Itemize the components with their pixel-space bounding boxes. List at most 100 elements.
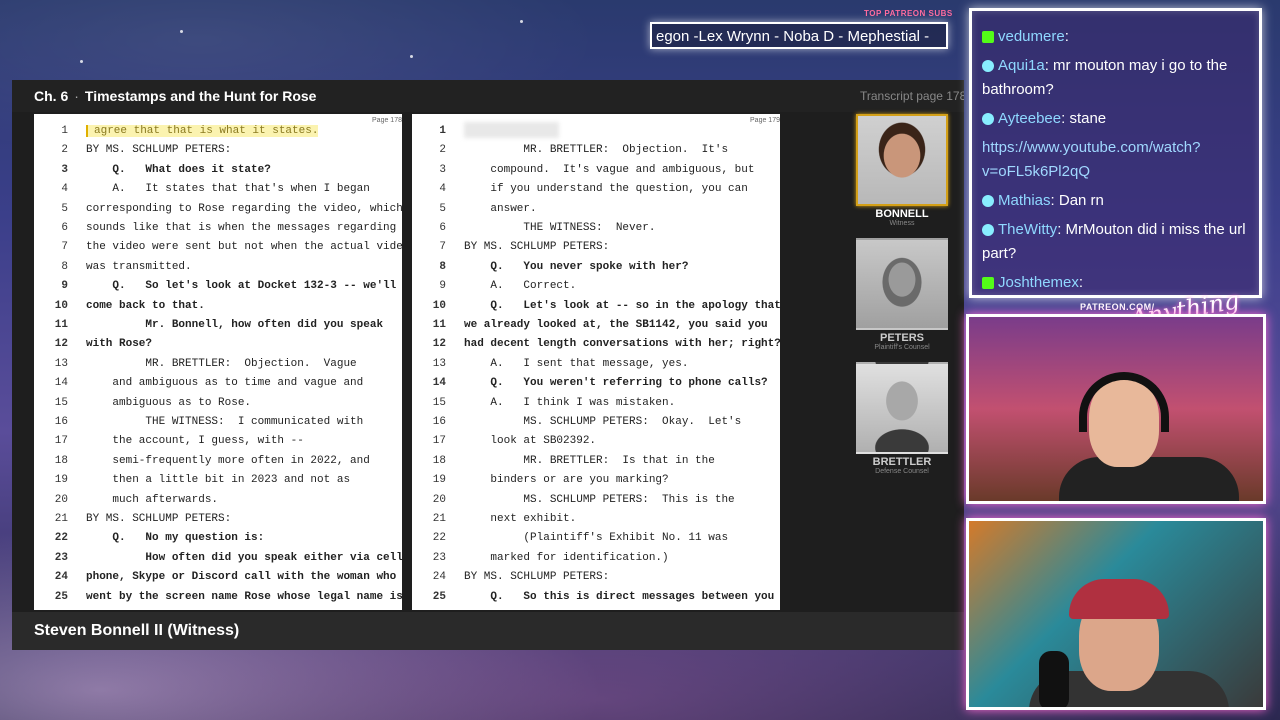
chat-text: :	[1078, 274, 1084, 291]
transcript-line: 10 Q. Let's look at -- so in the apology…	[412, 297, 780, 316]
line-number: 11	[54, 319, 68, 331]
speaker-name: BRETTLER	[872, 456, 932, 468]
transcript-line: 21 next exhibit.	[412, 510, 576, 529]
speaker-photo	[856, 238, 948, 330]
transcript-line: 22 (Plaintiff's Exhibit No. 11 was	[412, 529, 728, 548]
line-number: 16	[54, 416, 68, 428]
star	[180, 30, 183, 33]
line-text: BY MS. SCHLUMP PETERS:	[464, 571, 610, 584]
patreon-subs-label: TOP PATREON SUBS	[864, 9, 953, 18]
line-text: A. I think I was mistaken.	[464, 396, 676, 409]
speaker-name: BONNELL	[875, 208, 929, 220]
line-text: with Rose?	[86, 338, 153, 351]
line-number: 25	[432, 590, 446, 603]
line-text: Q. You never spoke with her?	[464, 260, 689, 273]
line-text: THE WITNESS: I communicated with	[86, 416, 364, 428]
transcript-line: 10 come back to that.	[34, 297, 205, 316]
speaker-role: Defense Counsel	[875, 468, 929, 475]
line-number: 1	[439, 125, 446, 137]
kick-badge-icon	[982, 31, 994, 44]
page-number: Page 178	[372, 117, 402, 124]
line-text: had decent length conversations with her…	[464, 338, 780, 351]
speaker-brettler: BRETTLER Defense Counsel	[854, 362, 950, 475]
line-number: 8	[439, 260, 446, 273]
transcript-line: 20 much afterwards.	[34, 491, 218, 510]
streamer-shirt	[1059, 457, 1239, 501]
chat-text: : Dan rn	[1050, 192, 1104, 209]
transcript-line: 11 Mr. Bonnell, how often did you speak	[34, 316, 383, 335]
chat-panel[interactable]: vedumere: Aqui1a: mr mouton may i go to t…	[969, 8, 1262, 298]
line-text: then a little bit in 2023 and not as	[86, 474, 351, 487]
transcript-line: 8 was transmitted.	[34, 258, 192, 277]
caption-bar: Steven Bonnell II (Witness)	[12, 612, 964, 650]
line-text: if you understand the question, you can	[464, 183, 748, 196]
line-number: 11	[432, 319, 446, 331]
line-number: 4	[439, 183, 446, 196]
transcript-line: 13 MR. BRETTLER: Objection. Vague	[34, 355, 357, 374]
line-text: A. It states that that's when I began	[86, 183, 370, 196]
line-text: phone, Skype or Discord call with the wo…	[86, 571, 397, 584]
chat-username[interactable]: Aqui1a	[998, 57, 1045, 74]
chat-username[interactable]: Joshthemex	[998, 274, 1079, 291]
microphone-icon	[1039, 651, 1069, 707]
chat-message: Aqui1a: mr mouton may i go to the bathro…	[982, 54, 1251, 102]
line-text: How often did you speak either via cell	[86, 551, 402, 564]
line-number: 19	[54, 474, 68, 487]
transcript-line: 17 look at SB02392.	[412, 432, 596, 451]
transcript-line: 2 BY MS. SCHLUMP PETERS:	[34, 141, 231, 160]
line-number: 3	[61, 163, 68, 176]
star	[520, 20, 523, 23]
highlighted-text: agree that that is what it states.	[86, 125, 319, 137]
chat-username[interactable]: Mathias	[998, 192, 1051, 209]
transcript-line: 8 Q. You never spoke with her?	[412, 258, 688, 277]
line-number: 9	[61, 280, 68, 293]
line-number: 21	[54, 513, 68, 525]
line-number: 12	[432, 338, 446, 351]
transcript-page-indicator: Transcript page 178	[860, 89, 964, 103]
line-number: 1	[61, 125, 68, 137]
line-number: 15	[54, 396, 68, 409]
chat-username[interactable]: TheWitty	[998, 221, 1057, 238]
line-number: 22	[54, 532, 68, 545]
speaker-name: PETERS	[879, 332, 924, 344]
line-number: 17	[54, 435, 68, 448]
chat-badge-icon	[982, 195, 994, 208]
chat-username[interactable]: vedumere	[998, 28, 1065, 45]
transcript-line: 2 MR. BRETTLER: Objection. It's	[412, 141, 728, 160]
chapter-heading: Ch. 6 · Timestamps and the Hunt for Rose	[34, 88, 316, 104]
line-number: 7	[61, 241, 68, 254]
transcript-line: 15 A. I think I was mistaken.	[412, 394, 675, 413]
line-number: 19	[432, 474, 446, 487]
webcam-guest	[966, 518, 1266, 710]
transcript-line: 13 A. I sent that message, yes.	[412, 355, 689, 374]
transcript-line: 11 we already looked at, the SB1142, you …	[412, 316, 768, 335]
chat-username[interactable]: Ayteebee	[998, 110, 1061, 127]
line-text: semi-frequently more often in 2022, and	[86, 454, 370, 467]
line-text: Mr. Bonnell, how often did you speak	[86, 319, 384, 331]
chat-link[interactable]: https://www.youtube.com/watch?v=oFL5k6Pl…	[982, 139, 1200, 180]
transcript-line: 17 the account, I guess, with --	[34, 432, 304, 451]
transcript-line: 21 BY MS. SCHLUMP PETERS:	[34, 510, 231, 529]
line-text: was transmitted.	[86, 260, 192, 273]
page-number: Page 179	[750, 117, 780, 124]
line-text: A. Correct.	[464, 280, 577, 293]
transcript-line: 19 binders or are you marking?	[412, 471, 669, 490]
line-number: 18	[54, 454, 68, 467]
transcript-line: 16 THE WITNESS: I communicated with	[34, 413, 363, 432]
webcam-streamer	[966, 314, 1266, 504]
speaker-role: Witness	[889, 220, 915, 227]
patreon-subs-ticker: egon -Lex Wrynn - Noba D - Mephestial -	[650, 22, 948, 49]
line-number: 4	[61, 183, 68, 196]
line-text: the video were sent but not when the act…	[86, 241, 402, 254]
transcript-line: 1 agree that that is what it states.	[34, 122, 319, 141]
chat-badge-icon	[982, 113, 994, 126]
line-text: A. I sent that message, yes.	[464, 357, 689, 370]
chat-message: https://www.youtube.com/watch?v=oFL5k6Pl…	[982, 136, 1251, 184]
speaker-bonnell: BONNELL Witness	[854, 114, 950, 227]
chat-text: :	[1064, 28, 1069, 45]
line-text: ambiguous as to Rose.	[86, 396, 252, 409]
line-text: we already looked at, the SB1142, you sa…	[464, 319, 768, 331]
line-text: Q. No my question is:	[86, 532, 265, 545]
line-number: 6	[439, 222, 446, 234]
transcript-line: 6 THE WITNESS: Never.	[412, 219, 655, 238]
